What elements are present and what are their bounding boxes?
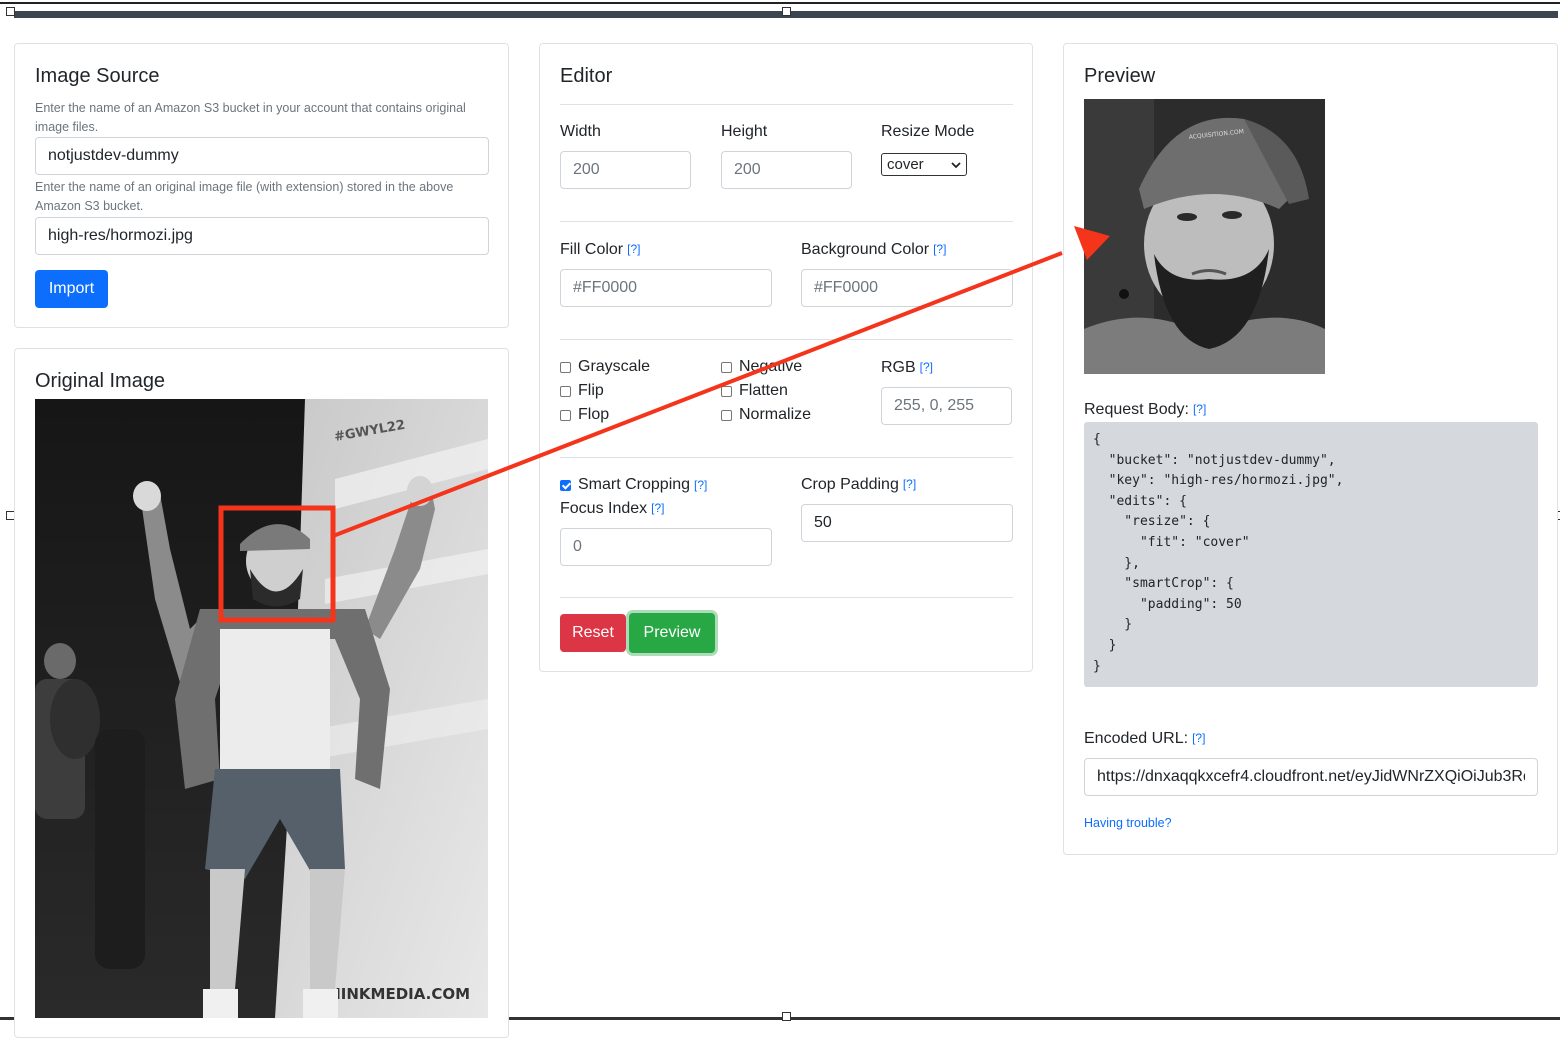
- editor-divider: [560, 597, 1013, 598]
- smart-cropping-checkbox[interactable]: Smart Cropping [?]: [560, 476, 707, 494]
- background-color-help-link[interactable]: [?]: [933, 242, 946, 256]
- encoded-url-text: Encoded URL:: [1084, 730, 1189, 747]
- flop-box[interactable]: [560, 409, 571, 421]
- normalize-label: Normalize: [739, 406, 812, 423]
- normalize-box[interactable]: [721, 409, 732, 421]
- preview-button[interactable]: Preview: [629, 613, 715, 653]
- editor-divider: [560, 104, 1013, 105]
- grayscale-box[interactable]: [560, 361, 571, 373]
- resize-handle-top-center[interactable]: [782, 7, 791, 16]
- request-body-code: { "bucket": "notjustdev-dummy", "key": "…: [1084, 422, 1538, 687]
- image-source-title: Image Source: [35, 65, 160, 87]
- encoded-url-label: Encoded URL: [?]: [1084, 730, 1205, 748]
- key-hint: Enter the name of an original image file…: [35, 180, 454, 213]
- request-body-help-link[interactable]: [?]: [1193, 402, 1206, 416]
- flip-label: Flip: [578, 382, 604, 399]
- smart-cropping-box[interactable]: [560, 479, 571, 491]
- flatten-box[interactable]: [721, 385, 732, 397]
- having-trouble-link[interactable]: Having trouble?: [1084, 816, 1172, 830]
- editor-title: Editor: [560, 65, 613, 87]
- negative-box[interactable]: [721, 361, 732, 373]
- resize-mode-value: cover: [887, 156, 924, 173]
- flop-label: Flop: [578, 406, 610, 423]
- background-color-text: Background Color: [801, 241, 930, 258]
- flop-checkbox[interactable]: Flop: [560, 406, 609, 424]
- normalize-checkbox[interactable]: Normalize: [721, 406, 811, 424]
- smart-cropping-help-link[interactable]: [?]: [694, 478, 707, 492]
- rgb-input[interactable]: [881, 387, 1012, 425]
- smart-cropping-label: Smart Cropping: [578, 476, 691, 493]
- fill-color-input[interactable]: [560, 269, 772, 307]
- negative-label: Negative: [739, 358, 803, 375]
- window-top-border: [0, 0, 1560, 18]
- rgb-label: RGB [?]: [881, 359, 933, 377]
- height-label: Height: [721, 123, 768, 140]
- flatten-checkbox[interactable]: Flatten: [721, 382, 788, 400]
- bucket-hint: Enter the name of an Amazon S3 bucket in…: [35, 101, 466, 134]
- banner-text-bottom: THINKMEDIA.COM: [318, 985, 470, 1003]
- focus-index-input[interactable]: [560, 528, 772, 566]
- background-color-label: Background Color [?]: [801, 241, 946, 259]
- request-body-label: Request Body: [?]: [1084, 401, 1206, 419]
- editor-divider: [560, 339, 1013, 340]
- import-button[interactable]: Import: [35, 270, 108, 308]
- focus-index-label: Focus Index [?]: [560, 500, 665, 518]
- editor-divider: [560, 221, 1013, 222]
- rgb-text: RGB: [881, 359, 916, 376]
- negative-checkbox[interactable]: Negative: [721, 358, 802, 376]
- image-source-card: Image Source Enter the name of an Amazon…: [14, 43, 509, 328]
- height-input[interactable]: [721, 151, 852, 189]
- fill-color-help-link[interactable]: [?]: [627, 242, 640, 256]
- width-input[interactable]: [560, 151, 691, 189]
- flip-checkbox[interactable]: Flip: [560, 382, 604, 400]
- editor-divider: [560, 457, 1013, 458]
- crop-padding-text: Crop Padding: [801, 476, 899, 493]
- bucket-input[interactable]: [35, 137, 489, 175]
- fill-color-text: Fill Color: [560, 241, 624, 258]
- crop-padding-input[interactable]: [801, 504, 1013, 542]
- resize-mode-select[interactable]: cover: [881, 153, 967, 176]
- preview-image: ACQUISITION.COM: [1084, 99, 1325, 374]
- fill-color-label: Fill Color [?]: [560, 241, 640, 259]
- focus-index-help-link[interactable]: [?]: [651, 501, 664, 515]
- resize-handle-top-left[interactable]: [6, 7, 15, 16]
- encoded-url-input[interactable]: [1084, 758, 1538, 796]
- width-label: Width: [560, 123, 601, 140]
- rgb-help-link[interactable]: [?]: [920, 360, 933, 374]
- original-image-title: Original Image: [35, 370, 166, 392]
- grayscale-checkbox[interactable]: Grayscale: [560, 358, 650, 376]
- background-color-input[interactable]: [801, 269, 1013, 307]
- chevron-down-icon: [951, 161, 961, 168]
- encoded-url-help-link[interactable]: [?]: [1192, 731, 1205, 745]
- editor-card: Editor Width Height Resize Mode cover Fi…: [539, 43, 1033, 672]
- reset-button[interactable]: Reset: [560, 614, 626, 652]
- original-image: #GWYL22 THINKMEDIA.COM: [35, 399, 488, 1018]
- top-border-line: [0, 2, 1560, 4]
- resize-mode-label: Resize Mode: [881, 123, 975, 140]
- key-input[interactable]: [35, 217, 489, 255]
- focus-index-text: Focus Index: [560, 500, 648, 517]
- flip-box[interactable]: [560, 385, 571, 397]
- crop-padding-label: Crop Padding [?]: [801, 476, 916, 494]
- flatten-label: Flatten: [739, 382, 788, 399]
- grayscale-label: Grayscale: [578, 358, 651, 375]
- request-body-text: Request Body:: [1084, 401, 1189, 418]
- crop-padding-help-link[interactable]: [?]: [903, 477, 916, 491]
- preview-title: Preview: [1084, 65, 1156, 87]
